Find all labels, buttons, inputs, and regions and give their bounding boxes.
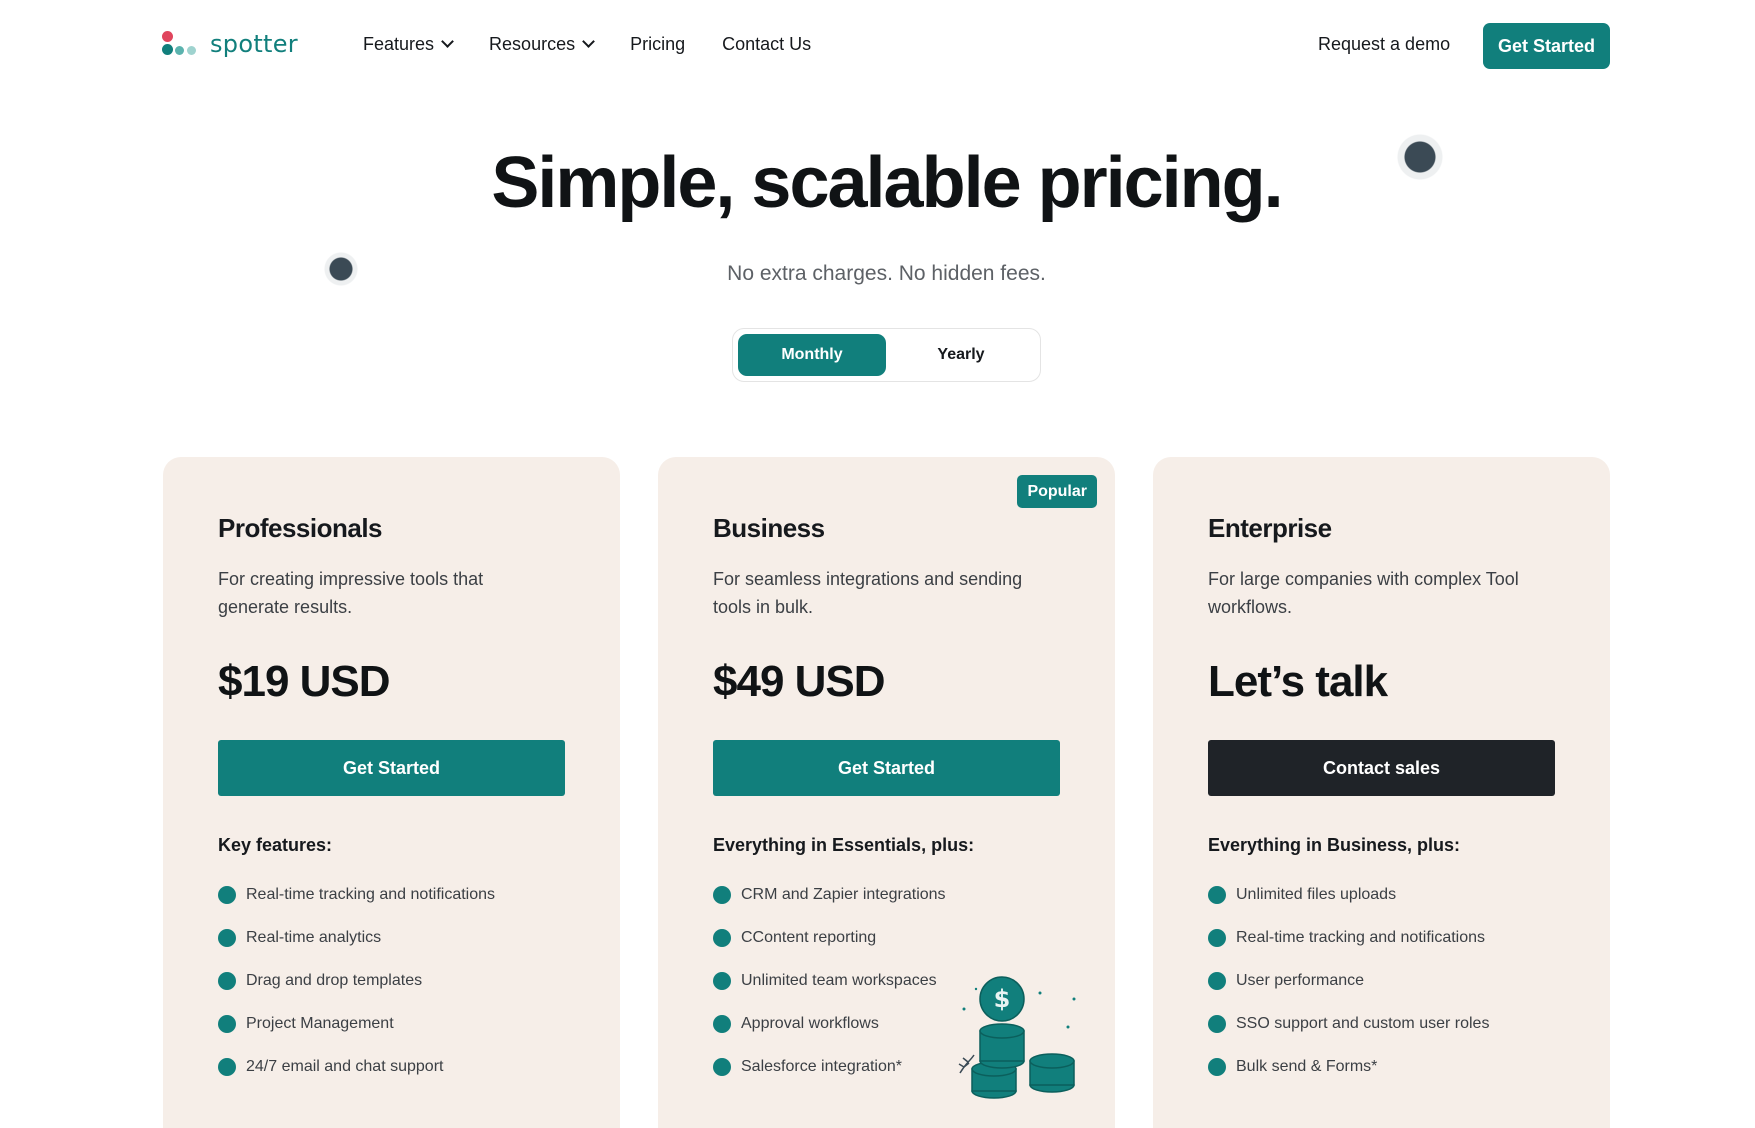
feature-label: Real-time analytics xyxy=(246,928,382,946)
billing-toggle: Monthly Yearly xyxy=(732,328,1041,382)
plan-get-started-button[interactable]: Get Started xyxy=(713,740,1060,796)
page-subtitle: No extra charges. No hidden fees. xyxy=(727,262,1046,285)
list-item: Bulk send & Forms* xyxy=(1208,1045,1489,1088)
list-item: Salesforce integration* xyxy=(713,1045,946,1088)
feature-label: Real-time tracking and notifications xyxy=(1236,928,1486,946)
plan-name: Enterprise xyxy=(1208,513,1332,543)
coins-stack-icon: $ xyxy=(958,976,1076,1099)
nav-item-features[interactable]: Features xyxy=(363,34,454,55)
plan-price: $49 USD xyxy=(713,657,886,706)
feature-list: CRM and Zapier integrations CContent rep… xyxy=(713,873,946,1088)
list-item: Real-time analytics xyxy=(218,916,495,959)
feature-label: Real-time tracking and notifications xyxy=(246,885,496,903)
logo-dots-icon xyxy=(162,31,200,57)
feature-bullet-icon xyxy=(218,971,236,990)
feature-bullet-icon xyxy=(713,1057,731,1076)
billing-option-yearly[interactable]: Yearly xyxy=(887,334,1035,376)
nav-item-label: Resources xyxy=(489,34,576,54)
brand-name: spotter xyxy=(210,30,298,58)
features-heading: Everything in Essentials, plus: xyxy=(713,835,975,855)
list-item: Project Management xyxy=(218,1002,495,1045)
feature-bullet-icon xyxy=(218,928,236,947)
list-item: CRM and Zapier integrations xyxy=(713,873,946,916)
feature-label: Bulk send & Forms* xyxy=(1236,1057,1378,1075)
plan-description: For seamless integrations and sending to… xyxy=(713,569,1023,617)
plan-description: For large companies with complex Tool wo… xyxy=(1208,569,1519,617)
feature-bullet-icon xyxy=(218,1014,236,1033)
feature-label: User performance xyxy=(1236,971,1365,989)
list-item: Unlimited files uploads xyxy=(1208,873,1489,916)
feature-bullet-icon xyxy=(1208,1057,1226,1076)
request-demo-link[interactable]: Request a demo xyxy=(1318,34,1450,55)
get-started-button[interactable]: Get Started xyxy=(1483,23,1610,69)
list-item: 24/7 email and chat support xyxy=(218,1045,495,1088)
plan-card-enterprise: Enterprise For large companies with comp… xyxy=(1153,457,1610,1128)
billing-option-monthly[interactable]: Monthly xyxy=(738,334,886,376)
feature-bullet-icon xyxy=(1208,1014,1226,1033)
feature-bullet-icon xyxy=(1208,971,1226,990)
nav-item-contact[interactable]: Contact Us xyxy=(722,34,811,55)
feature-label: Drag and drop templates xyxy=(246,971,423,989)
features-heading: Everything in Business, plus: xyxy=(1208,835,1461,855)
plan-card-professionals: Professionals For creating impressive to… xyxy=(163,457,620,1128)
plan-card-business: Popular Business For seamless integratio… xyxy=(658,457,1115,1128)
list-item: Drag and drop templates xyxy=(218,959,495,1002)
list-item: User performance xyxy=(1208,959,1489,1002)
feature-label: Unlimited team workspaces xyxy=(741,971,937,989)
svg-text:$: $ xyxy=(994,985,1011,1013)
feature-bullet-icon xyxy=(218,885,236,904)
list-item: Real-time tracking and notifications xyxy=(218,873,495,916)
feature-list: Unlimited files uploads Real-time tracki… xyxy=(1208,873,1489,1088)
feature-bullet-icon xyxy=(713,1014,731,1033)
popular-badge: Popular xyxy=(1017,475,1097,508)
list-item: Approval workflows xyxy=(713,1002,946,1045)
feature-bullet-icon xyxy=(1208,885,1226,904)
chevron-down-icon xyxy=(582,35,595,48)
feature-label: Project Management xyxy=(246,1014,394,1032)
plan-price: $19 USD xyxy=(218,657,391,706)
feature-bullet-icon xyxy=(218,1057,236,1076)
features-heading: Key features: xyxy=(218,835,333,855)
plan-name: Business xyxy=(713,513,825,543)
feature-label: Unlimited files uploads xyxy=(1236,885,1397,903)
feature-label: CRM and Zapier integrations xyxy=(741,885,946,903)
page-title: Simple, scalable pricing. xyxy=(491,143,1283,223)
contact-sales-button[interactable]: Contact sales xyxy=(1208,740,1555,796)
list-item: Unlimited team workspaces xyxy=(713,959,946,1002)
list-item: CContent reporting xyxy=(713,916,946,959)
plan-get-started-button[interactable]: Get Started xyxy=(218,740,565,796)
feature-bullet-icon xyxy=(713,971,731,990)
feature-label: 24/7 email and chat support xyxy=(246,1057,444,1075)
top-navigation: spotter Features Resources Pricing Conta… xyxy=(0,0,1755,92)
feature-label: SSO support and custom user roles xyxy=(1236,1014,1490,1032)
plan-price: Let’s talk xyxy=(1208,657,1388,706)
nav-item-resources[interactable]: Resources xyxy=(489,34,595,55)
list-item: Real-time tracking and notifications xyxy=(1208,916,1489,959)
feature-bullet-icon xyxy=(713,928,731,947)
nav-links: Features Resources Pricing Contact Us xyxy=(363,34,848,55)
feature-label: Approval workflows xyxy=(741,1014,879,1032)
feature-label: CContent reporting xyxy=(741,928,877,946)
feature-bullet-icon xyxy=(713,885,731,904)
plan-name: Professionals xyxy=(218,513,383,543)
brand-logo[interactable]: spotter xyxy=(162,30,298,58)
chevron-down-icon xyxy=(441,35,454,48)
list-item: SSO support and custom user roles xyxy=(1208,1002,1489,1045)
feature-label: Salesforce integration* xyxy=(741,1057,902,1075)
nav-item-pricing[interactable]: Pricing xyxy=(630,34,685,55)
nav-item-label: Contact Us xyxy=(722,34,812,54)
nav-item-label: Features xyxy=(363,34,435,54)
plan-description: For creating impressive tools that gener… xyxy=(218,569,484,617)
feature-bullet-icon xyxy=(1208,928,1226,947)
feature-list: Real-time tracking and notifications Rea… xyxy=(218,873,495,1088)
nav-item-label: Pricing xyxy=(630,34,686,54)
